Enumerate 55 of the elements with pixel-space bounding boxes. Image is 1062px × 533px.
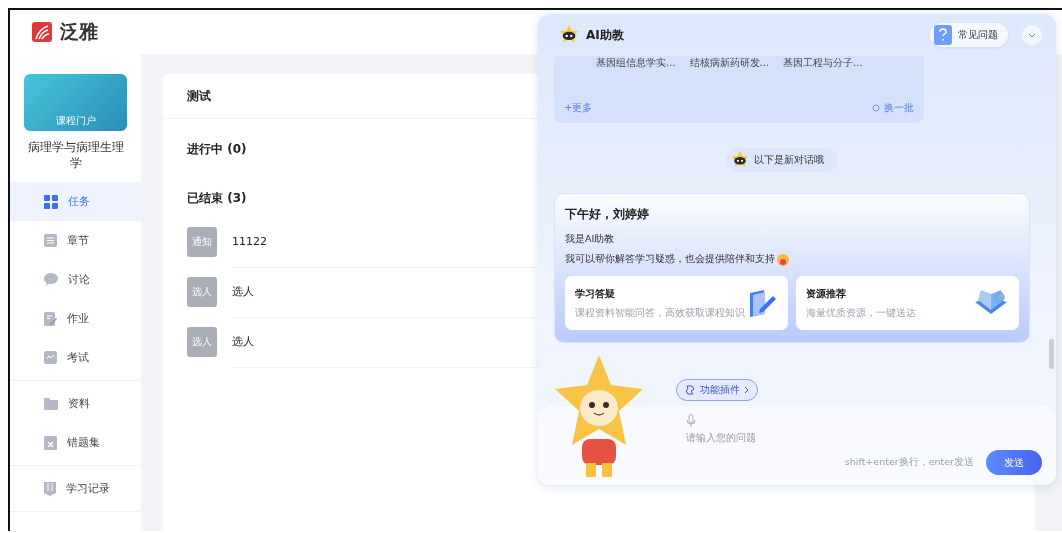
sidebar-item[interactable]: 错题集 [10, 423, 141, 463]
brand-name: 泛雅 [60, 19, 98, 44]
faq-button[interactable]: 常见问题 [930, 23, 1008, 47]
feature-title: 学习答疑 [575, 286, 616, 301]
sidebar-item[interactable]: 作业 [10, 299, 141, 339]
feature-title: 资源推荐 [806, 286, 847, 301]
scrollbar-thumb[interactable] [1049, 339, 1054, 369]
course-link[interactable]: 基因工程与分子... [783, 56, 863, 70]
cover-label: 课程门户 [55, 114, 96, 128]
list-icon [44, 234, 57, 248]
type-tag: 选人 [187, 327, 217, 357]
document-pencil-icon [44, 311, 57, 326]
question-input[interactable]: 请输入您的问题 [686, 428, 866, 447]
task-title[interactable]: 选人 [232, 334, 254, 349]
description-text: 我可以帮你解答学习疑惑，也会提供陪伴和支持 [565, 253, 1019, 266]
course-link[interactable]: 结核病新药研发... [689, 56, 770, 70]
open-book-icon [973, 290, 1009, 316]
question-icon [934, 25, 952, 45]
exam-paper-icon [44, 351, 57, 365]
type-tag: 选人 [187, 277, 217, 307]
greeting-title: 下午好，刘婷婷 [565, 206, 650, 223]
section-heading: 已结束 (3) [187, 190, 247, 207]
course-title: 病理学与病理生理学 [26, 139, 125, 173]
feature-card[interactable]: 学习答疑 课程资料智能问答，高效获取课程知识 [565, 276, 788, 330]
sidebar-item[interactable]: 考试 [10, 338, 141, 378]
chevron-down-icon [1028, 32, 1036, 38]
sidebar-item[interactable]: 章节 [10, 221, 141, 261]
logo-icon [32, 22, 52, 42]
emoji-icon [777, 253, 789, 266]
sidebar-item[interactable]: 讨论 [10, 260, 141, 300]
new-chat-note: 以下是新对话哦 [726, 148, 838, 172]
folder-icon [44, 397, 58, 410]
shortcut-hint: shift+enter换行，enter发送 [844, 456, 974, 469]
collapse-button[interactable] [1022, 25, 1042, 45]
bookmark-icon [44, 481, 56, 496]
chevron-right-icon [744, 386, 749, 394]
sidebar-item[interactable]: 任务 [10, 182, 141, 222]
feature-subtitle: 海量优质资源，一键送达 [806, 306, 917, 320]
feature-card[interactable]: 资源推荐 海量优质资源，一键送达 [796, 276, 1019, 330]
microphone-icon[interactable] [686, 414, 696, 428]
intro-text: 我是AI助教 [565, 233, 616, 246]
sidebar-item[interactable]: 资料 [10, 384, 141, 424]
feature-subtitle: 课程资料智能问答，高效获取课程知识 [575, 306, 746, 320]
sidebar-item[interactable]: 学习记录 [10, 469, 141, 509]
task-title[interactable]: 选人 [232, 284, 254, 299]
type-tag: 通知 [187, 227, 217, 257]
course-link[interactable]: 基因组信息学实... [596, 56, 676, 70]
send-button[interactable]: 发送 [986, 450, 1042, 475]
section-heading: 进行中 (0) [187, 141, 247, 158]
assistant-title: AI助教 [586, 26, 625, 44]
chat-bubble-icon [44, 273, 58, 287]
task-title[interactable]: 11122 [232, 235, 267, 248]
plugin-button[interactable]: 功能插件 [676, 379, 758, 401]
grid-icon [44, 194, 58, 209]
x-box-icon [44, 435, 57, 450]
